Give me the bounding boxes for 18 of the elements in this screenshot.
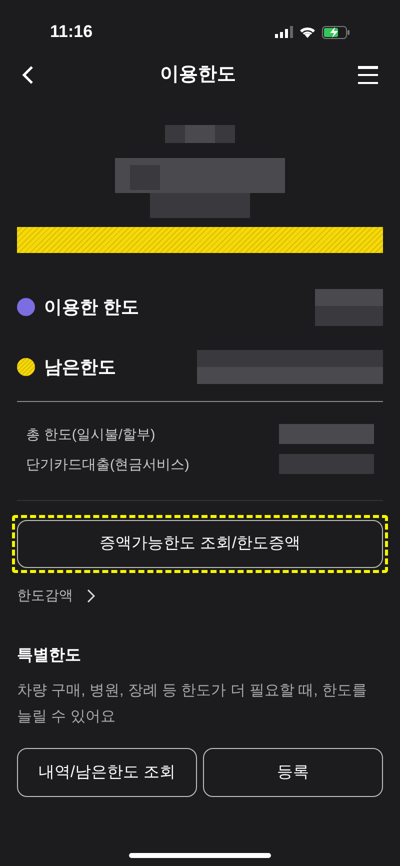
chevron-right-icon	[87, 588, 95, 602]
legend-label: 남은한도	[44, 356, 116, 378]
decrease-limit-link[interactable]: 한도감액	[17, 585, 95, 606]
action-button[interactable]: 내역/남은한도 조회	[17, 748, 197, 797]
detail-label: 단기카드대출(현금서비스)	[26, 454, 190, 474]
status-time: 11:16	[50, 21, 93, 44]
section-title: 특별한도	[17, 646, 82, 666]
page-title: 이용한도	[160, 62, 236, 87]
menu-button[interactable]	[358, 66, 378, 84]
battery-charging-icon	[322, 26, 350, 38]
signal-icon	[275, 26, 293, 38]
detail-label: 총 한도(일시불/할부)	[26, 424, 156, 444]
blurred-value	[315, 288, 383, 326]
action-button[interactable]: 등록	[203, 748, 383, 797]
legend-label: 이용한 한도	[44, 296, 140, 318]
increase-limit-button[interactable]: 증액가능한도 조회/한도증액	[17, 520, 383, 568]
wifi-icon	[299, 26, 316, 38]
section-description: 차량 구매, 병원, 장례 등 한도가 더 필요할 때, 한도를 늘릴 수 있어요	[17, 681, 368, 727]
